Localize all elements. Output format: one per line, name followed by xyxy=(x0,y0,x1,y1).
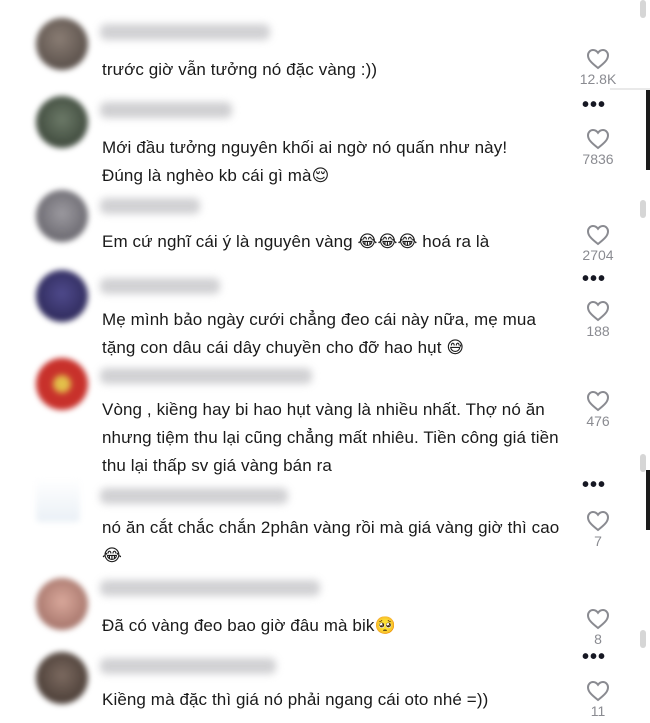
heart-outline-icon xyxy=(586,608,610,630)
comment-text: Vòng , kiềng hay bi hao hụt vàng là nhiề… xyxy=(102,400,559,475)
like-button[interactable]: 7836 xyxy=(568,128,628,167)
comment-text: Đã có vàng đeo bao giờ đâu mà bik🥺 xyxy=(102,616,396,635)
username-blurred[interactable] xyxy=(100,198,200,214)
comment-text: Mẹ mình bảo ngày cưới chẳng đeo cái này … xyxy=(102,310,537,357)
username-blurred[interactable] xyxy=(100,488,288,504)
divider xyxy=(610,88,650,90)
heart-outline-icon xyxy=(586,390,610,412)
comment-text: Em cứ nghĩ cái ý là nguyên vàng 😂😂😂 hoá … xyxy=(102,232,490,251)
more-dots-icon[interactable]: ••• xyxy=(582,647,606,667)
like-button[interactable]: 8 xyxy=(568,608,628,647)
like-button[interactable]: 188 xyxy=(568,300,628,339)
avatar[interactable] xyxy=(36,18,88,70)
like-count: 7836 xyxy=(582,151,614,167)
username-blurred[interactable] xyxy=(100,658,276,674)
scrollbar-thumb[interactable] xyxy=(640,200,646,218)
avatar[interactable] xyxy=(36,652,88,704)
username-blurred[interactable] xyxy=(100,102,232,118)
heart-outline-icon xyxy=(586,510,610,532)
more-dots-icon[interactable]: ••• xyxy=(582,269,606,289)
like-count: 476 xyxy=(586,413,610,429)
comment-text: nó ăn cắt chắc chắn 2phân vàng rồi mà gi… xyxy=(102,518,560,565)
avatar[interactable] xyxy=(36,578,88,630)
like-button[interactable]: 476 xyxy=(568,390,628,429)
avatar[interactable] xyxy=(36,96,88,148)
avatar[interactable] xyxy=(36,478,80,522)
heart-outline-icon xyxy=(586,48,610,70)
heart-outline-icon xyxy=(586,128,610,150)
avatar[interactable] xyxy=(36,190,88,242)
avatar[interactable] xyxy=(36,358,88,410)
like-count: 12.8K xyxy=(579,71,617,87)
like-count: 2704 xyxy=(582,247,614,263)
heart-outline-icon xyxy=(586,300,610,322)
screenshot-edge xyxy=(646,90,650,170)
like-button[interactable]: 7 xyxy=(568,510,628,549)
username-blurred[interactable] xyxy=(100,278,220,294)
comment-text: Mới đầu tưởng nguyên khối ai ngờ nó quấn… xyxy=(102,138,508,185)
username-blurred[interactable] xyxy=(100,368,312,384)
like-button[interactable]: 12.8K xyxy=(568,48,628,87)
comment-text: trước giờ vẫn tưởng nó đặc vàng :)) xyxy=(102,60,378,79)
avatar[interactable] xyxy=(36,270,88,322)
username-blurred[interactable] xyxy=(100,24,270,40)
like-count: 7 xyxy=(594,533,602,549)
screenshot-edge xyxy=(646,470,650,530)
like-button[interactable]: 2704 xyxy=(568,224,628,263)
scrollbar-thumb[interactable] xyxy=(640,630,646,648)
more-dots-icon[interactable]: ••• xyxy=(582,475,606,495)
comment-text: Kiềng mà đặc thì giá nó phải ngang cái o… xyxy=(102,690,489,709)
username-blurred[interactable] xyxy=(100,580,320,596)
like-count: 188 xyxy=(586,323,610,339)
like-count: 11 xyxy=(590,703,606,719)
heart-outline-icon xyxy=(586,680,610,702)
heart-outline-icon xyxy=(586,224,610,246)
like-count: 8 xyxy=(594,631,602,647)
scrollbar-thumb[interactable] xyxy=(640,0,646,18)
like-button[interactable]: 11 xyxy=(568,680,628,719)
more-dots-icon[interactable]: ••• xyxy=(582,95,606,115)
